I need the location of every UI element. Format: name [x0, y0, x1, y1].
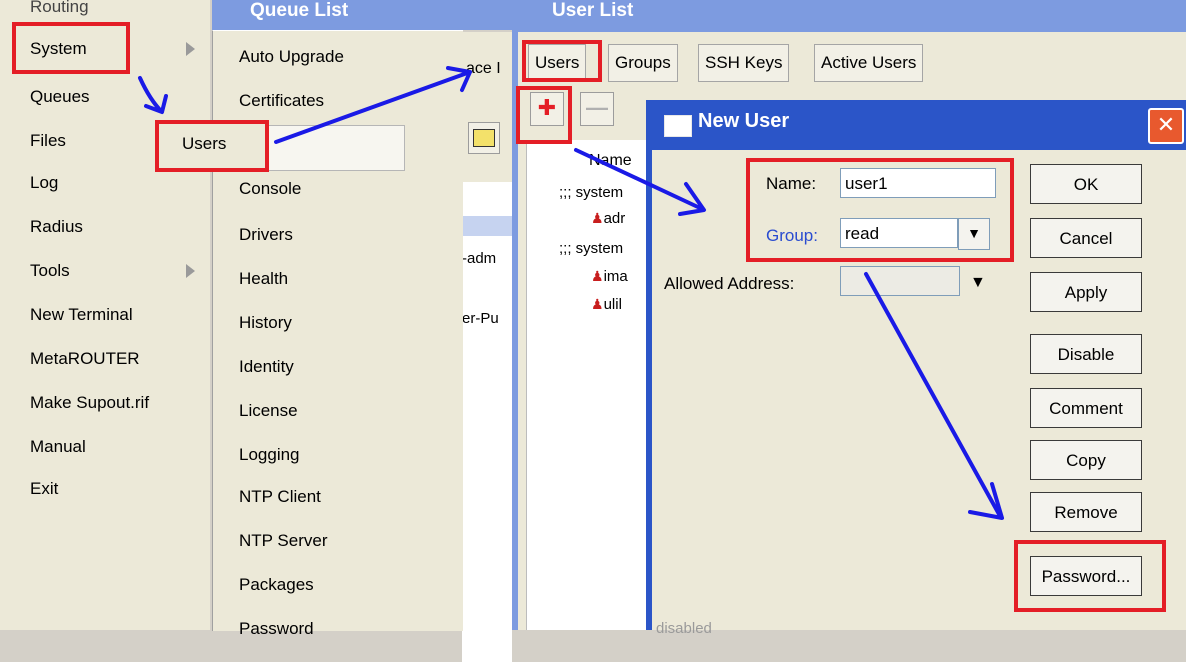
arrow-address-to-password: [864, 272, 1004, 520]
arrow-add-to-name: [574, 148, 706, 216]
arrow-users-to-tab: [274, 66, 472, 144]
arrow-system-to-users: [138, 76, 168, 114]
annotation-arrows: [138, 66, 1004, 520]
